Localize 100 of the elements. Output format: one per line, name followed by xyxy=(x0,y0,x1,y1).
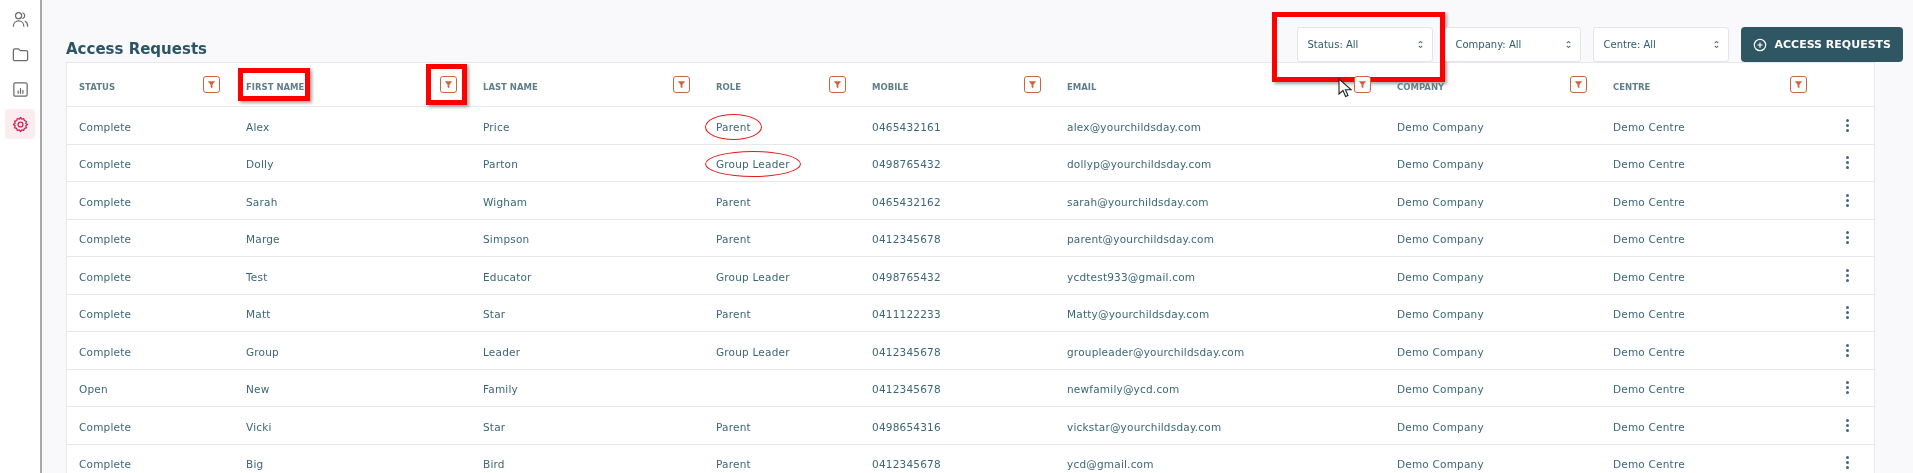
table-cell: Price xyxy=(483,120,510,133)
table-cell: Marge xyxy=(246,233,280,246)
filter-button[interactable] xyxy=(829,76,846,93)
table-cell: Demo Centre xyxy=(1613,420,1685,433)
table-cell: alex@yourchildsday.com xyxy=(1067,120,1202,133)
sort-arrows-icon xyxy=(1712,39,1720,50)
filter-icon xyxy=(676,79,687,90)
table-cell: Complete xyxy=(79,458,132,471)
table-cell: Demo Centre xyxy=(1613,345,1685,358)
table-cell: Complete xyxy=(79,158,132,171)
sidebar-item[interactable] xyxy=(5,109,35,139)
table-cell: Parent xyxy=(716,458,751,471)
table-cell: Group xyxy=(246,345,279,358)
table-cell: 0498654316 xyxy=(872,420,941,433)
table-cell: Group Leader xyxy=(716,345,790,358)
table-cell: 0498765432 xyxy=(872,270,941,283)
filter-button[interactable] xyxy=(1354,76,1371,93)
table-cell: sarah@yourchildsday.com xyxy=(1067,195,1209,208)
table-cell: Demo Centre xyxy=(1613,195,1685,208)
table-cell: Leader xyxy=(483,345,521,358)
table-cell: Vicki xyxy=(246,420,272,433)
table-cell: Complete xyxy=(79,270,132,283)
table-cell: Parent xyxy=(716,195,751,208)
table-cell: Matt xyxy=(246,308,271,321)
filter-icon xyxy=(832,79,843,90)
column-header: LAST NAME xyxy=(483,82,538,92)
table-cell: Demo Company xyxy=(1397,158,1484,171)
column-header: CENTRE xyxy=(1613,82,1651,92)
table-cell: Educator xyxy=(483,270,532,283)
table-cell: ycdtest933@gmail.com xyxy=(1067,270,1196,283)
table-cell: 0465432161 xyxy=(872,120,941,133)
table-cell: 0412345678 xyxy=(872,233,941,246)
table-cell: Parent xyxy=(716,420,751,433)
table-cell: ycd@gmail.com xyxy=(1067,458,1154,471)
column-header: ROLE xyxy=(716,82,741,92)
table-cell: Open xyxy=(79,383,108,396)
table-cell: Demo Centre xyxy=(1613,270,1685,283)
table-cell: Demo Company xyxy=(1397,308,1484,321)
table-cell: Dolly xyxy=(246,158,274,171)
table-cell: 0412345678 xyxy=(872,383,941,396)
filter-button[interactable] xyxy=(673,76,690,93)
table-cell: Complete xyxy=(79,345,132,358)
column-header: FIRST NAME xyxy=(246,82,305,92)
table-cell: 0498765432 xyxy=(872,158,941,171)
table-cell: Demo Centre xyxy=(1613,308,1685,321)
table-cell: parent@yourchildsday.com xyxy=(1067,233,1215,246)
filter-icon xyxy=(443,79,454,90)
table-cell: Demo Company xyxy=(1397,120,1484,133)
column-header: COMPANY xyxy=(1397,82,1445,92)
users-icon xyxy=(10,9,30,29)
table-cell: Big xyxy=(246,458,264,471)
filter-button[interactable] xyxy=(203,76,220,93)
filter-icon xyxy=(1027,79,1038,90)
table-cell: Bird xyxy=(483,458,505,471)
settings-icon xyxy=(10,114,30,134)
table-cell: Parton xyxy=(483,158,518,171)
table-cell: groupleader@yourchildsday.com xyxy=(1067,345,1245,358)
table-cell: Complete xyxy=(79,420,132,433)
table-cell: Demo Centre xyxy=(1613,158,1685,171)
table-cell: newfamily@ycd.com xyxy=(1067,383,1180,396)
table-cell: Demo Centre xyxy=(1613,458,1685,471)
table-cell: Group Leader xyxy=(716,270,790,283)
table-cell: Demo Centre xyxy=(1613,383,1685,396)
table-cell: dollyp@yourchildsday.com xyxy=(1067,158,1212,171)
filter-button[interactable] xyxy=(1024,76,1041,93)
filter-select[interactable]: Centre: All xyxy=(1592,27,1729,62)
table-cell: Complete xyxy=(79,195,132,208)
access-requests-button[interactable]: ACCESS REQUESTS xyxy=(1740,27,1903,62)
table-cell: Simpson xyxy=(483,233,530,246)
table-cell: Parent xyxy=(716,233,751,246)
table-cell: Sarah xyxy=(246,195,278,208)
filter-button[interactable] xyxy=(440,76,457,93)
table-cell: 0465432162 xyxy=(872,195,941,208)
table-cell: Complete xyxy=(79,308,132,321)
filter-select[interactable]: Company: All xyxy=(1444,27,1581,62)
filter-select[interactable]: Status: All xyxy=(1296,27,1433,62)
table-cell: Complete xyxy=(79,233,132,246)
table-cell: Star xyxy=(483,308,506,321)
table-cell: Demo Company xyxy=(1397,195,1484,208)
table-cell: Family xyxy=(483,383,518,396)
table-cell: vickstar@yourchildsday.com xyxy=(1067,420,1222,433)
page-title: Access Requests xyxy=(66,40,207,58)
column-header: EMAIL xyxy=(1067,82,1097,92)
sort-arrows-icon xyxy=(1564,39,1572,50)
table-cell: Test xyxy=(246,270,268,283)
table-cell: 0412345678 xyxy=(872,345,941,358)
table-cell: Demo Company xyxy=(1397,270,1484,283)
filter-button[interactable] xyxy=(1790,76,1807,93)
table-cell: Demo Company xyxy=(1397,420,1484,433)
table-cell: Parent xyxy=(716,308,751,321)
table-cell: Demo Company xyxy=(1397,383,1484,396)
sort-arrows-icon xyxy=(1416,39,1424,50)
filter-button[interactable] xyxy=(1570,76,1587,93)
table-cell: Complete xyxy=(79,120,132,133)
table-cell: 0411122233 xyxy=(872,308,941,321)
table-cell: Demo Centre xyxy=(1613,233,1685,246)
table-cell: Alex xyxy=(246,120,270,133)
table-cell: 0412345678 xyxy=(872,458,941,471)
table-cell: Demo Company xyxy=(1397,233,1484,246)
table-cell: New xyxy=(246,383,270,396)
